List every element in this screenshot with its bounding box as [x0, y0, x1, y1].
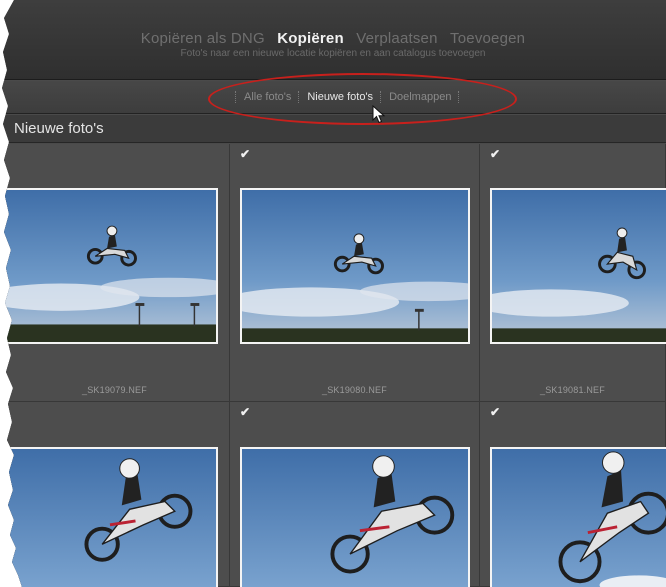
photo-filename: _SK19081.NEF [540, 385, 605, 395]
checkmark-icon[interactable]: ✔ [240, 148, 252, 160]
mode-copy[interactable]: Kopiëren [277, 30, 344, 47]
checkmark-icon[interactable]: ✔ [240, 406, 252, 418]
photo-cell[interactable]: _SK19079.NEF [2, 144, 230, 402]
photo-thumbnail[interactable] [240, 447, 470, 587]
photo-thumbnail[interactable] [240, 188, 470, 344]
photo-thumbnail[interactable] [2, 447, 218, 587]
mode-description: Foto's naar een nieuwe locatie kopiëren … [180, 48, 486, 59]
photo-cell[interactable] [2, 402, 230, 587]
photo-thumbnail[interactable] [490, 188, 666, 344]
screenshot: Kopiëren als DNG Kopiëren Verplaatsen To… [2, 0, 666, 587]
checkmark-icon[interactable]: ✔ [490, 148, 502, 160]
grid-header-title: Nieuwe foto's [14, 120, 104, 137]
photo-filename: _SK19080.NEF [322, 385, 387, 395]
photo-thumbnail[interactable] [490, 447, 666, 587]
mode-add[interactable]: Toevoegen [450, 30, 525, 47]
checkmark-icon[interactable]: ✔ [490, 406, 502, 418]
mode-copy-as-dng[interactable]: Kopiëren als DNG [141, 30, 265, 47]
photo-filename: _SK19079.NEF [82, 385, 147, 395]
photo-cell[interactable]: ✔ _SK19080.NEF [230, 144, 480, 402]
photo-cell[interactable]: ✔ _SK19081.NEF [480, 144, 666, 402]
annotation-circle [208, 73, 517, 125]
mode-options: Kopiëren als DNG Kopiëren Verplaatsen To… [2, 30, 666, 47]
photo-cell[interactable]: ✔ [230, 402, 480, 587]
photo-thumbnail[interactable] [2, 188, 218, 344]
mouse-pointer-icon [372, 105, 386, 124]
mode-move[interactable]: Verplaatsen [356, 30, 437, 47]
photo-grid: _SK19079.NEF ✔ _SK19080.NEF ✔ _SK19081.N… [2, 144, 666, 587]
photo-cell[interactable]: ✔ [480, 402, 666, 587]
import-mode-bar: Kopiëren als DNG Kopiëren Verplaatsen To… [2, 0, 666, 80]
